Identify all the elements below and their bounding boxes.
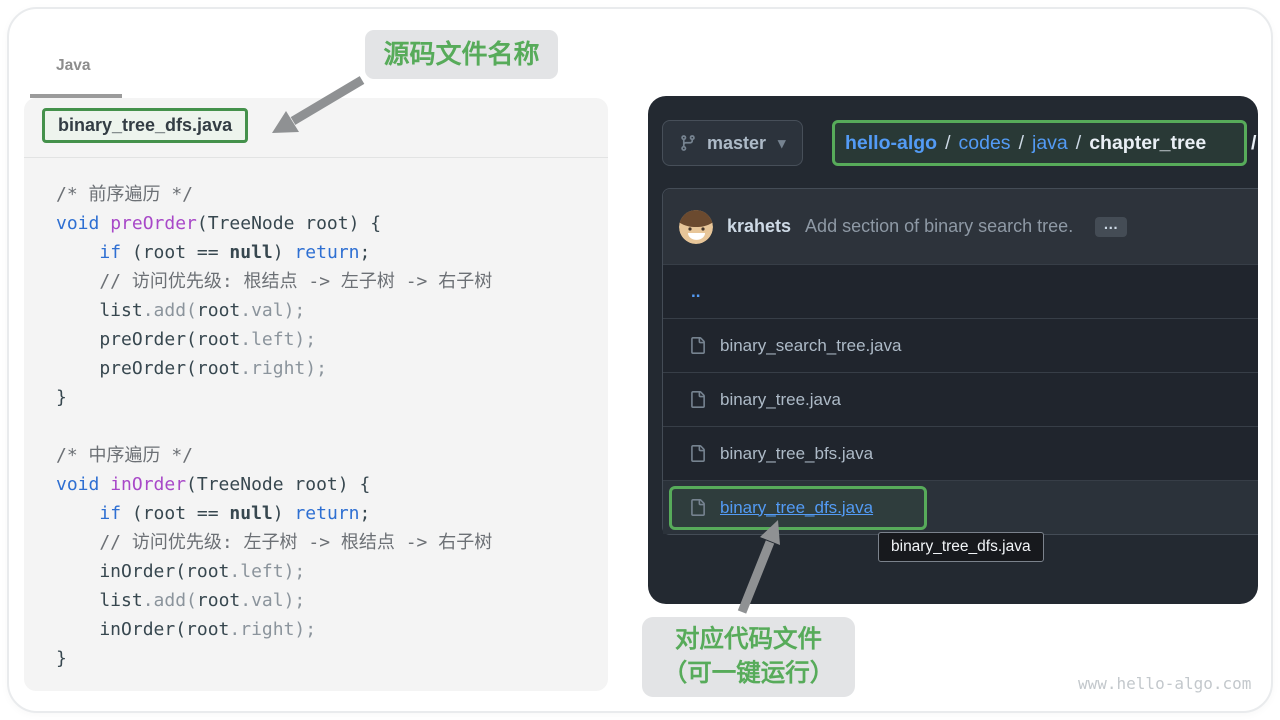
watermark: www.hello-algo.com [1078,674,1251,693]
annotation-line-2: （可一键运行） [642,657,855,691]
code-line: void preOrder(TreeNode root) { [56,209,600,238]
avatar[interactable] [679,210,713,244]
code-line: if (root == null) return; [56,238,600,267]
file-link[interactable]: binary_tree_dfs.java [720,498,873,518]
breadcrumb-current-dir: chapter_tree [1089,132,1206,155]
tab-java[interactable]: Java [56,57,90,75]
code-line: } [56,644,600,673]
breadcrumb-java-link[interactable]: java [1032,132,1068,155]
code-line: } [56,383,600,412]
file-icon [689,499,706,516]
commit-author-link[interactable]: krahets [727,216,791,237]
branch-selector-button[interactable]: master ▾ [662,120,803,166]
branch-name: master [707,133,766,154]
file-row[interactable]: binary_tree_dfs.java [663,480,1258,534]
filename-box: binary_tree_dfs.java [42,108,248,143]
code-line: if (root == null) return; [56,499,600,528]
breadcrumb: hello-algo / codes / java / chapter_tree [832,120,1247,166]
file-table: krahets Add section of binary search tre… [662,188,1258,535]
highlight-box: binary_tree_dfs.java [669,486,927,530]
file-link[interactable]: binary_search_tree.java [720,336,901,356]
annotation-line-1: 对应代码文件 [642,623,855,657]
commit-ellipsis-button[interactable]: … [1095,217,1127,237]
code-line: void inOrder(TreeNode root) { [56,470,600,499]
file-icon [689,391,706,408]
commit-message-link[interactable]: Add section of binary search tree. [805,216,1073,237]
code-line: list.add(root.val); [56,586,600,615]
file-link[interactable]: binary_tree.java [720,390,841,410]
code-line: /* 中序遍历 */ [56,441,600,470]
file-row-parent[interactable]: .. [663,264,1258,318]
code-panel: binary_tree_dfs.java /* 前序遍历 */void preO… [24,98,608,691]
code-line: /* 前序遍历 */ [56,180,600,209]
breadcrumb-separator: / [1019,132,1024,155]
breadcrumb-separator: / [945,132,950,155]
github-panel: master ▾ hello-algo / codes / java / cha… [648,96,1258,604]
code-line: // 访问优先级: 根结点 -> 左子树 -> 右子树 [56,267,600,296]
breadcrumb-separator: / [1076,132,1081,155]
file-row[interactable]: binary_search_tree.java [663,318,1258,372]
code-line: inOrder(root.left); [56,557,600,586]
breadcrumb-trailing-slash: / [1251,120,1256,166]
breadcrumb-repo-link[interactable]: hello-algo [845,132,937,155]
code-block: /* 前序遍历 */void preOrder(TreeNode root) {… [56,180,600,673]
file-row[interactable]: binary_tree.java [663,372,1258,426]
annotation-source-filename: 源码文件名称 [365,30,558,79]
code-line [56,412,600,441]
code-line: inOrder(root.right); [56,615,600,644]
tooltip: binary_tree_dfs.java [878,532,1044,562]
code-line: preOrder(root.right); [56,354,600,383]
file-icon [689,445,706,462]
file-icon [689,337,706,354]
breadcrumb-codes-link[interactable]: codes [959,132,1011,155]
code-header: binary_tree_dfs.java [24,98,608,158]
code-line: preOrder(root.left); [56,325,600,354]
file-row[interactable]: binary_tree_bfs.java [663,426,1258,480]
git-branch-icon [679,134,697,152]
commit-row: krahets Add section of binary search tre… [663,189,1258,264]
file-link[interactable]: binary_tree_bfs.java [720,444,873,464]
caret-down-icon: ▾ [778,134,786,152]
file-list: .. binary_search_tree.java binary_tree.jav… [663,264,1258,534]
annotation-code-file: 对应代码文件 （可一键运行） [642,617,855,697]
parent-dir-link[interactable]: .. [691,282,700,302]
code-line: list.add(root.val); [56,296,600,325]
code-line: // 访问优先级: 左子树 -> 根结点 -> 右子树 [56,528,600,557]
